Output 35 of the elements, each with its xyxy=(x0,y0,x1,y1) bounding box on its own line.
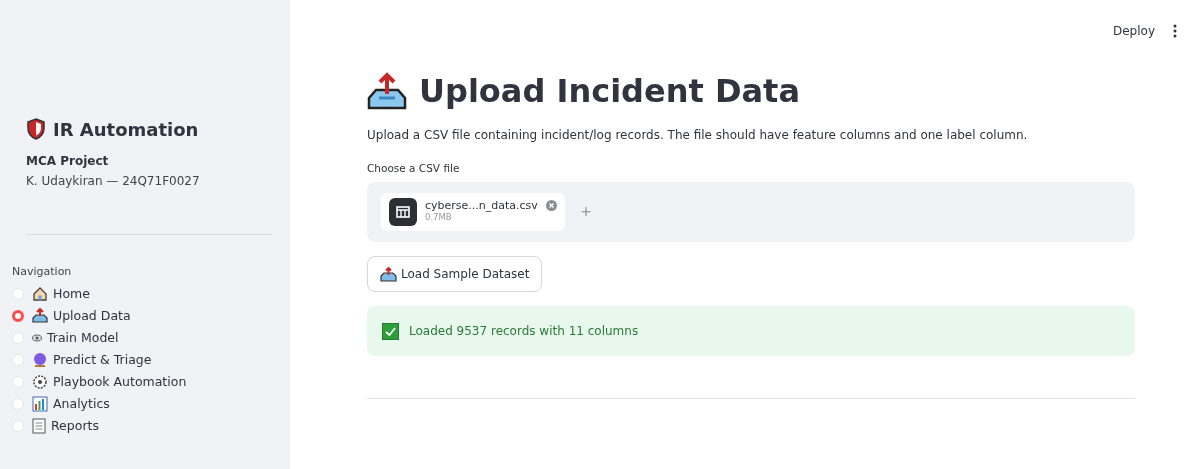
house-icon xyxy=(32,285,48,302)
nav-item[interactable]: Playbook Automation xyxy=(12,372,272,391)
tray-arrow-icon xyxy=(367,72,407,110)
tray-arrow-icon xyxy=(32,307,48,324)
file-size: 0.7MB xyxy=(425,212,453,222)
gear-icon xyxy=(32,373,48,390)
document-icon xyxy=(32,417,46,434)
field-label: Choose a CSV file xyxy=(367,162,461,174)
load-sample-button[interactable]: Load Sample Dataset xyxy=(367,256,543,292)
radio-button[interactable] xyxy=(12,309,24,322)
nav-item[interactable]: Analytics xyxy=(12,394,272,413)
shield-icon xyxy=(26,118,46,140)
file-name: cyberse...n_data.csv xyxy=(425,199,538,212)
nav-item[interactable]: Predict & Triage xyxy=(12,350,272,369)
navigation-label: Navigation xyxy=(12,265,73,278)
remove-icon[interactable] xyxy=(545,200,557,211)
file-dropzone[interactable]: cyberse...n_data.csv 0.7MB + xyxy=(367,182,1135,242)
success-text: Loaded 9537 records with 11 columns xyxy=(409,324,639,338)
author-text: K. Udaykiran — 24Q71F0027 xyxy=(26,174,201,188)
project-name: MCA Project xyxy=(26,154,110,168)
tray-arrow-icon xyxy=(380,266,397,282)
bar-chart-icon xyxy=(32,395,48,412)
nav-item[interactable]: Home xyxy=(12,284,272,303)
nav-item[interactable]: Upload Data xyxy=(12,306,272,325)
deploy-button[interactable]: Deploy xyxy=(1112,24,1155,38)
app-title: IR Automation xyxy=(53,118,199,140)
page-title: Upload Incident Data xyxy=(419,72,800,110)
nav-item[interactable]: Train Model xyxy=(12,328,272,347)
eye-icon xyxy=(32,333,42,342)
nav-item[interactable]: Reports xyxy=(12,416,272,435)
menu-icon[interactable] xyxy=(1173,24,1177,38)
table-file-icon xyxy=(389,198,417,226)
description-text: Upload a CSV file containing incident/log records. The file should have feature columns and one label column. xyxy=(367,128,1029,142)
check-icon xyxy=(382,322,399,340)
crystal-ball-icon xyxy=(32,351,48,368)
